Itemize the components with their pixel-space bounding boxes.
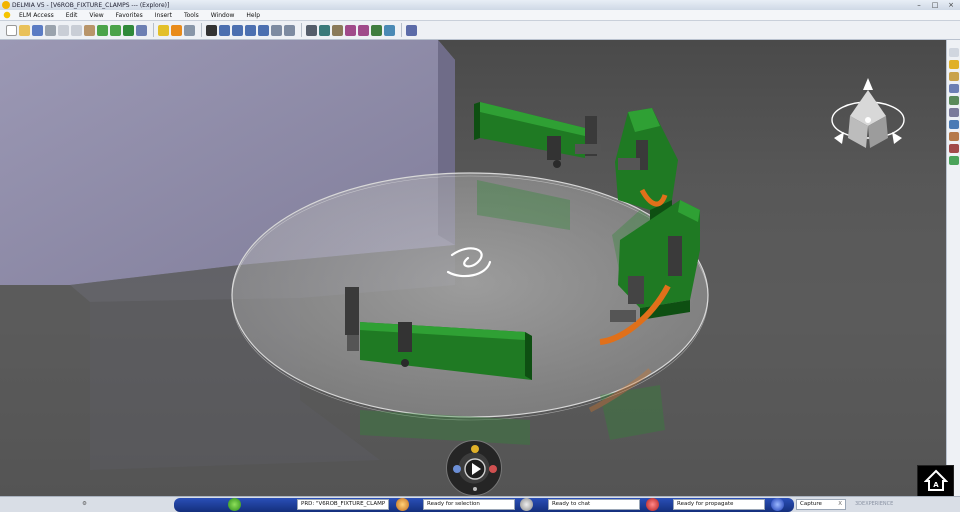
copy-icon[interactable] (71, 24, 82, 36)
product-icon[interactable] (171, 24, 182, 36)
svg-text:A: A (933, 481, 939, 489)
ready-propagate-field[interactable]: Ready for propagate (673, 499, 765, 510)
chat-status-icon[interactable] (646, 498, 659, 511)
play-icon (453, 445, 497, 491)
status-bar: ⚙ PRD: "V6ROB_FIXTURE_CLAMP Ready for se… (0, 496, 960, 512)
navigation-wheel-icon[interactable] (446, 440, 502, 496)
zoom-in-icon[interactable] (245, 24, 256, 36)
radiation-icon[interactable] (158, 24, 169, 36)
ready-chat-field[interactable]: Ready to chat (548, 499, 640, 510)
toolbar-separator (301, 23, 302, 37)
product-status-icon[interactable] (396, 498, 409, 511)
status-gear-icon: ⚙ (82, 501, 87, 507)
folder-icon[interactable] (948, 72, 959, 81)
toolbar-separator (201, 23, 202, 37)
analysis-icon[interactable] (384, 24, 395, 36)
settings-icon[interactable] (406, 24, 417, 36)
zoom-area-icon[interactable] (284, 24, 295, 36)
save-icon[interactable] (32, 24, 43, 36)
capture-close-button[interactable]: X (838, 500, 842, 509)
menu-view[interactable]: View (83, 10, 109, 21)
window-controls: – □ × (914, 0, 956, 10)
select-icon[interactable] (948, 48, 959, 57)
compass-icon[interactable] (831, 78, 905, 148)
right-toolbar (946, 40, 960, 496)
rotate-icon[interactable] (232, 24, 243, 36)
selection-status-icon[interactable] (520, 498, 533, 511)
zoom-out-icon[interactable] (258, 24, 269, 36)
compass-menu-icon[interactable] (1, 10, 13, 20)
menu-edit[interactable]: Edit (60, 10, 84, 21)
catalog-icon[interactable] (948, 108, 959, 117)
capture-field[interactable]: Capture X (796, 499, 846, 510)
tree-icon[interactable] (948, 60, 959, 69)
normal-view-icon[interactable] (271, 24, 282, 36)
clash-icon[interactable] (948, 144, 959, 153)
menu-favorites[interactable]: Favorites (110, 10, 149, 21)
close-button[interactable]: × (946, 0, 956, 10)
undo-icon[interactable] (97, 24, 108, 36)
toolbar-separator (401, 23, 402, 37)
section-icon[interactable] (948, 132, 959, 141)
open-icon[interactable] (19, 24, 30, 36)
simulate-icon[interactable] (371, 24, 382, 36)
device-icon[interactable] (319, 24, 330, 36)
jog-icon[interactable] (332, 24, 343, 36)
menu-tools[interactable]: Tools (178, 10, 205, 21)
scene (0, 40, 946, 496)
pan-icon[interactable] (219, 24, 230, 36)
menu-bar: ELM Access Edit View Favorites Insert To… (0, 10, 960, 21)
app-logo-icon (2, 1, 10, 9)
fixture-back[interactable] (474, 102, 601, 168)
filter-icon[interactable] (184, 24, 195, 36)
path-icon[interactable] (358, 24, 369, 36)
3d-viewport[interactable] (0, 40, 946, 496)
menu-insert[interactable]: Insert (149, 10, 178, 21)
teach-icon[interactable] (345, 24, 356, 36)
home-icon: A (923, 469, 948, 491)
propagate-status-icon[interactable] (771, 498, 784, 511)
publish-icon[interactable] (948, 156, 959, 165)
capture-label: Capture (800, 501, 822, 507)
fit-all-icon[interactable] (206, 24, 217, 36)
toolbar-separator (153, 23, 154, 37)
main-toolbar (0, 21, 960, 40)
new-icon[interactable] (6, 24, 17, 36)
title-bar: DELMIA V5 - [V6ROB_FIXTURE_CLAMPS --- (E… (0, 0, 960, 10)
ready-selection-field[interactable]: Ready for selection (423, 499, 515, 510)
minimize-button[interactable]: – (914, 0, 924, 10)
home-logo-icon[interactable]: A (917, 465, 954, 497)
layout-icon[interactable] (948, 96, 959, 105)
menu-elm-access[interactable]: ELM Access (13, 10, 60, 21)
selection-field[interactable]: PRD: "V6ROB_FIXTURE_CLAMP (297, 499, 389, 510)
help-icon[interactable] (136, 24, 147, 36)
update-icon[interactable] (123, 24, 134, 36)
menu-window[interactable]: Window (205, 10, 241, 21)
redo-icon[interactable] (110, 24, 121, 36)
window-title: DELMIA V5 - [V6ROB_FIXTURE_CLAMPS --- (E… (12, 1, 170, 9)
resource-icon[interactable] (948, 84, 959, 93)
start-button-icon[interactable] (228, 498, 241, 511)
cut-icon[interactable] (58, 24, 69, 36)
print-icon[interactable] (45, 24, 56, 36)
brand-logo: 3DEXPERIENCE (855, 501, 894, 507)
menu-help[interactable]: Help (240, 10, 266, 21)
measure-icon[interactable] (948, 120, 959, 129)
paste-icon[interactable] (84, 24, 95, 36)
maximize-button[interactable]: □ (930, 0, 940, 10)
robot-icon[interactable] (306, 24, 317, 36)
